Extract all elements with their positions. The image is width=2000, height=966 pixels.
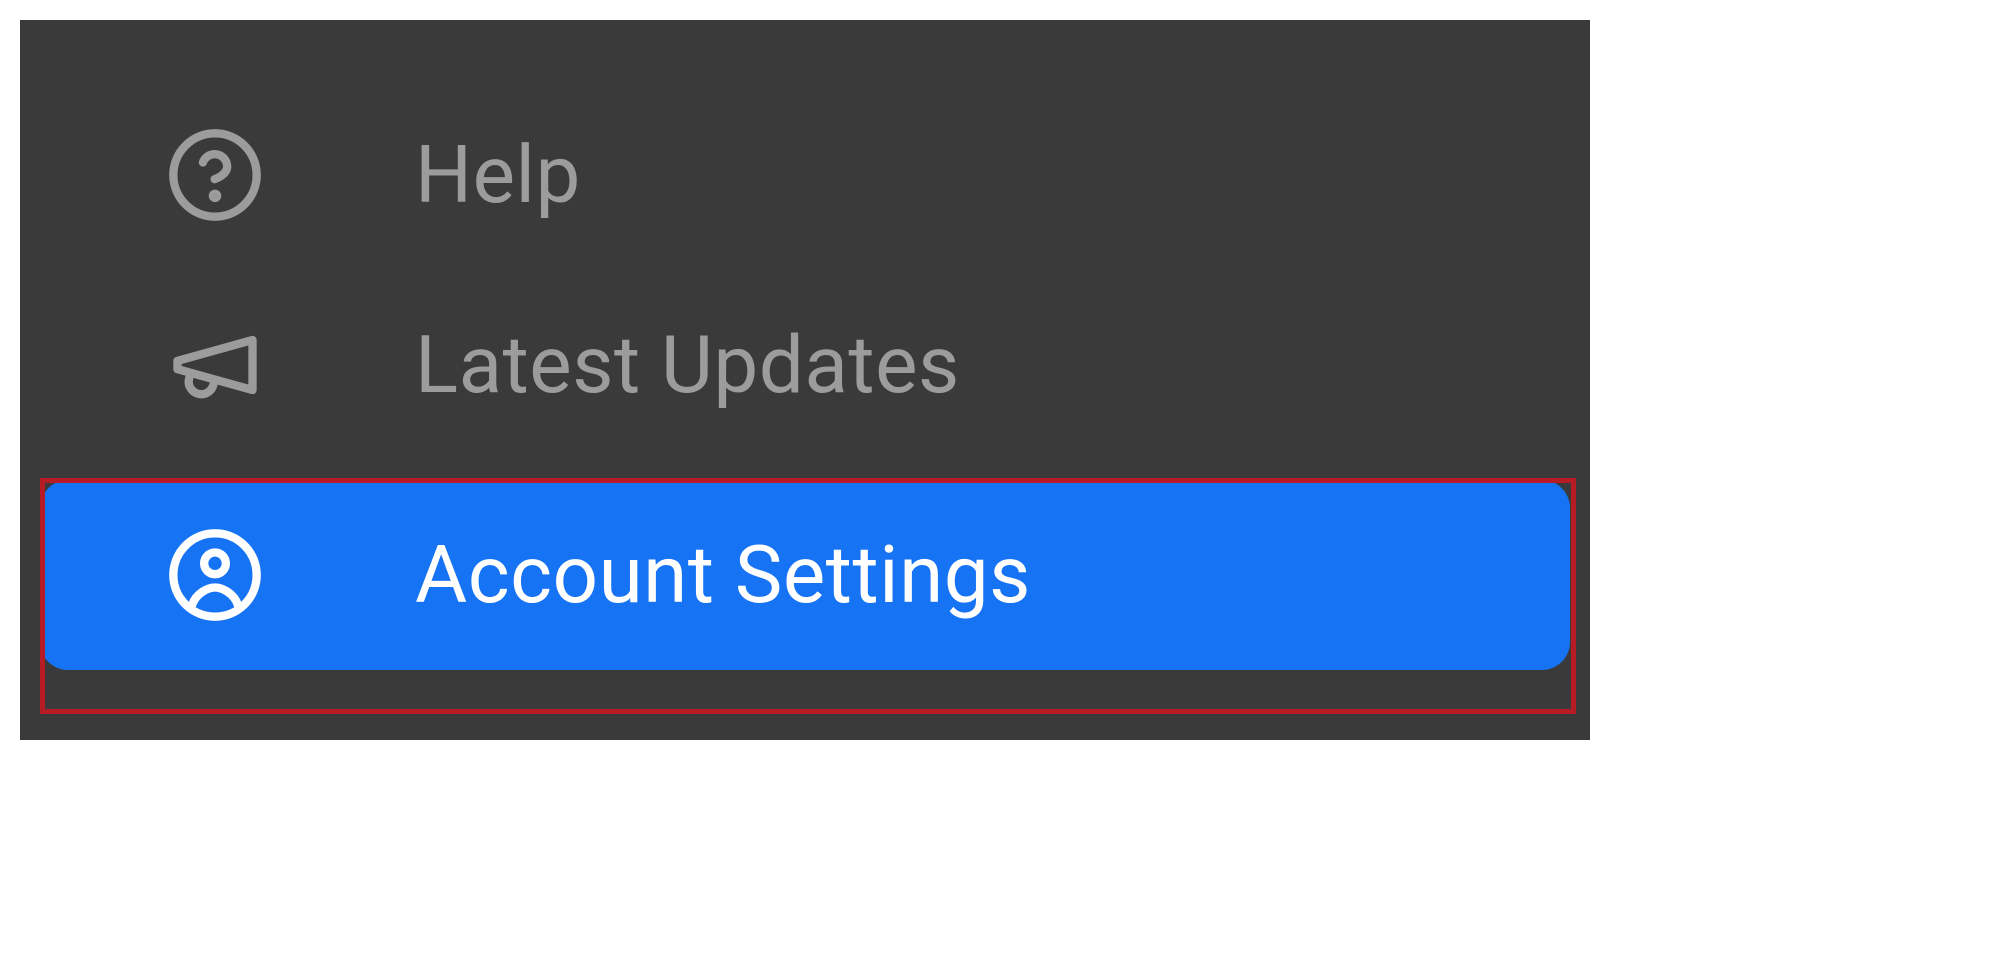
sidebar-menu-panel: Help Latest Updates Account Settings [20, 20, 1590, 740]
menu-item-latest-updates[interactable]: Latest Updates [20, 270, 1590, 460]
menu-item-label: Account Settings [415, 528, 1031, 622]
menu-item-label: Help [415, 128, 581, 222]
help-circle-icon [165, 125, 265, 225]
megaphone-icon [165, 315, 265, 415]
menu-item-label: Latest Updates [415, 318, 960, 412]
menu-item-help[interactable]: Help [20, 80, 1590, 270]
menu-spacer [20, 460, 1590, 480]
menu-item-account-settings[interactable]: Account Settings [40, 480, 1570, 670]
user-circle-icon [165, 525, 265, 625]
